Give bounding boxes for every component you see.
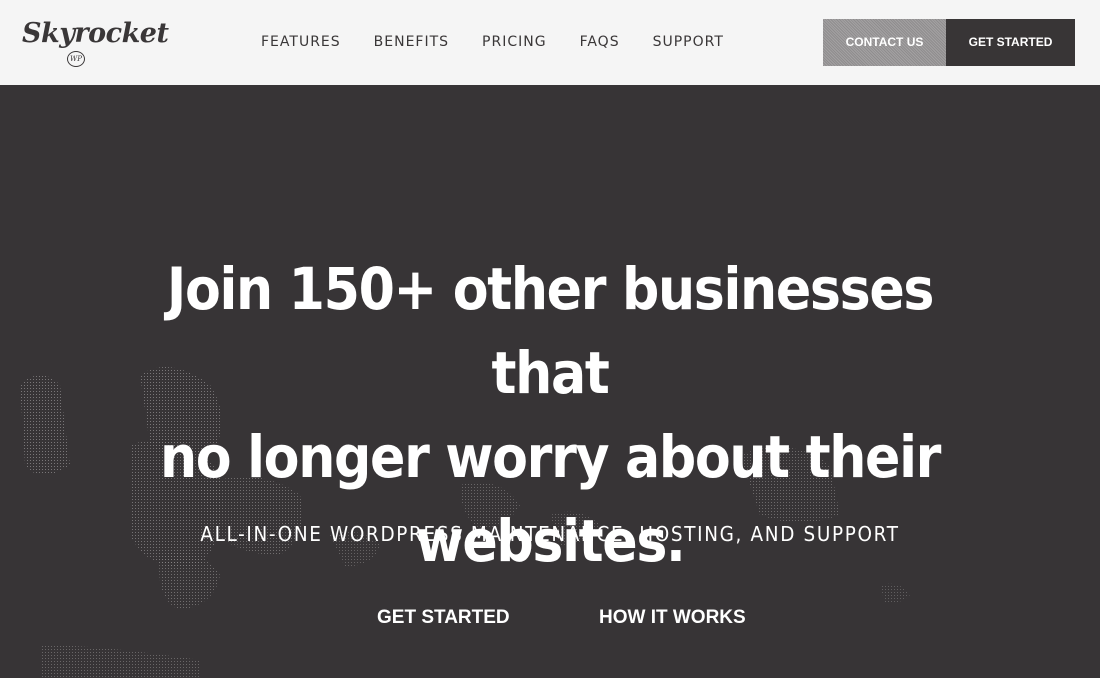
nav-faqs[interactable]: FAQS <box>580 34 620 50</box>
how-it-works-link[interactable]: HOW IT WORKS <box>599 607 746 629</box>
logo-wordmark: Skyrocket <box>22 18 169 49</box>
headline-line-2: no longer worry about their <box>159 423 941 491</box>
nav-benefits[interactable]: BENEFITS <box>374 34 449 50</box>
header-get-started-button[interactable]: GET STARTED <box>946 19 1075 66</box>
main-nav: FEATURES BENEFITS PRICING FAQS SUPPORT <box>261 34 757 50</box>
logo-badge: WP <box>67 51 85 67</box>
hero-subheadline: ALL-IN-ONE WORDPRESS MAINTENANCE, HOSTIN… <box>200 522 900 546</box>
nav-support[interactable]: SUPPORT <box>653 34 724 50</box>
nav-pricing[interactable]: PRICING <box>482 34 547 50</box>
nav-features[interactable]: FEATURES <box>261 34 341 50</box>
headline-line-1: Join 150+ other businesses that <box>166 255 935 407</box>
skyrocket-logo[interactable]: Skyrocket WP <box>22 18 169 70</box>
contact-us-button[interactable]: CONTACT US <box>823 19 946 66</box>
site-header: Skyrocket WP FEATURES BENEFITS PRICING F… <box>0 0 1100 85</box>
hero-get-started-link[interactable]: GET STARTED <box>377 607 510 629</box>
hero-section: Join 150+ other businesses that no longe… <box>0 85 1100 678</box>
